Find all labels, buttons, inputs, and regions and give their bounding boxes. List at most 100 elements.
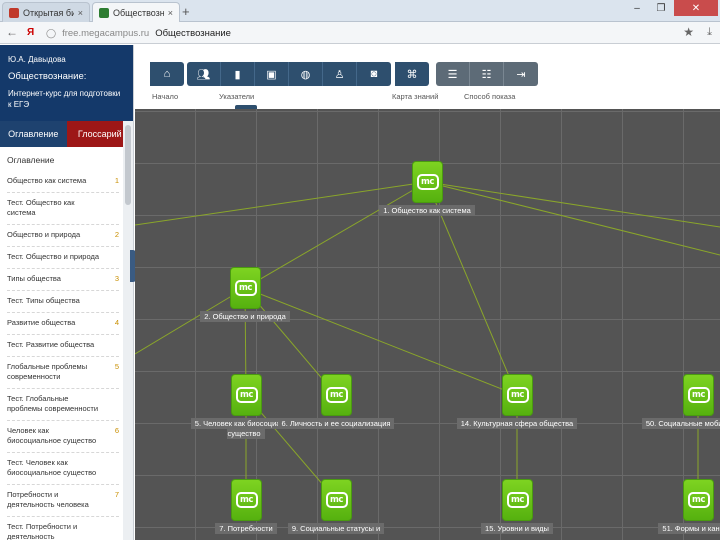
course-sidebar: Ю.А. Давыдова Обществознание: Интернет-к… xyxy=(0,45,134,540)
toolbar-label-pointers: Указатели xyxy=(219,92,255,101)
contents-list-item[interactable]: Тест. Общество и природа xyxy=(7,247,119,269)
globe-icon: ◍ xyxy=(300,68,311,81)
map-node[interactable]: mc 14. Культурная сфера общества xyxy=(454,374,580,436)
map-node-label: 7. Потребности xyxy=(215,523,277,534)
contents-list-item[interactable]: Общество и природа 2 xyxy=(7,225,119,247)
contents-item-label: Тест. Потребности и деятельность xyxy=(7,522,78,540)
collapse-icon: ☷ xyxy=(481,68,492,81)
new-tab-icon[interactable]: + xyxy=(182,4,190,19)
download-icon[interactable]: ⤓ xyxy=(707,26,712,39)
mc-logo: mc xyxy=(506,387,529,403)
contents-item-number: 2 xyxy=(114,230,119,239)
map-node[interactable]: mc 15. Уровни и виды xyxy=(454,479,580,540)
toolbar-label-display: Способ показа xyxy=(464,92,516,101)
map-node-label: 15. Уровни и виды xyxy=(481,523,553,534)
megacampus-node-icon[interactable]: mc xyxy=(683,374,714,416)
close-tab-icon[interactable]: × xyxy=(78,8,83,18)
tab-title: Открытая библ xyxy=(23,7,74,18)
contents-list-item[interactable]: Потребности и деятельность человека 7 xyxy=(7,485,119,517)
bookmark-star-icon[interactable]: ★ xyxy=(683,25,694,39)
megacampus-node-icon[interactable]: mc xyxy=(231,479,262,521)
megacampus-node-icon[interactable]: mc xyxy=(502,479,533,521)
maximize-icon[interactable]: ❐ xyxy=(650,0,672,16)
megacampus-node-icon[interactable]: mc xyxy=(412,161,443,203)
contents-item-label: Развитие общества xyxy=(7,318,76,327)
contents-item-label: Типы общества xyxy=(7,274,61,283)
map-node[interactable]: mc 2. Общество и природа xyxy=(182,267,308,329)
contents-list-item[interactable]: Типы общества 3 xyxy=(7,269,119,291)
map-node-label-box: 15. Уровни и виды xyxy=(454,523,580,534)
users-button[interactable]: 👥︎ xyxy=(187,62,221,86)
camera-button[interactable]: ◙ xyxy=(357,62,391,86)
contents-list-item[interactable]: Человек как биосоциальное существо 6 xyxy=(7,421,119,453)
close-window-icon[interactable]: ✕ xyxy=(674,0,718,16)
browser-tab-bar: Открытая библ × Обществознание × + – ❐ ✕ xyxy=(0,0,720,22)
megacampus-node-icon[interactable]: mc xyxy=(321,479,352,521)
map-node[interactable]: mc 6. Личность и ее социализация xyxy=(273,374,399,436)
map-node-label-box: 1. Общество как система xyxy=(364,205,490,216)
contents-item-label: Тест. Человек как биосоциальное существо xyxy=(7,458,97,477)
knowledge-map-button[interactable]: ⌘ xyxy=(395,62,429,86)
forward-button[interactable]: ⇥ xyxy=(504,62,538,86)
map-node[interactable]: mc 51. Формы и каналы xyxy=(635,479,720,540)
mc-logo: mc xyxy=(687,387,710,403)
sidebar-scrollbar[interactable] xyxy=(123,121,133,540)
contents-item-number: 5 xyxy=(114,362,119,371)
person-button[interactable]: ♙ xyxy=(323,62,357,86)
close-tab-icon[interactable]: × xyxy=(168,8,173,18)
contents-list-item[interactable]: Общество как система 1 xyxy=(7,171,119,193)
map-node-label: 2. Общество и природа xyxy=(200,311,290,322)
megacampus-node-icon[interactable]: mc xyxy=(321,374,352,416)
megacampus-node-icon[interactable]: mc xyxy=(230,267,261,309)
users-icon: 👥︎ xyxy=(196,68,211,81)
book-icon: ▮ xyxy=(234,68,241,81)
contents-list-item[interactable]: Тест. Общество как система xyxy=(7,193,119,225)
minimize-icon[interactable]: – xyxy=(626,0,648,16)
collapse-button[interactable]: ☷ xyxy=(470,62,504,86)
sidebar-tabs: Оглавление Глоссарий xyxy=(0,121,133,147)
tab-contents[interactable]: Оглавление xyxy=(0,121,67,147)
browser-tab-social-studies[interactable]: Обществознание × xyxy=(92,2,180,22)
url-page-title: Обществознание xyxy=(155,27,231,39)
knowledge-map[interactable]: mc 1. Общество как система mc 2. Общество и… xyxy=(135,109,720,540)
scrollbar-thumb[interactable] xyxy=(125,125,131,205)
expand-button[interactable]: ☰ xyxy=(436,62,470,86)
book-button[interactable]: ▮ xyxy=(221,62,255,86)
map-node-label: 9. Социальные статусы и xyxy=(287,523,385,534)
camera-icon: ◙ xyxy=(370,68,378,80)
url-field[interactable]: ◯ free.megacampus.ru Обществознание ★ xyxy=(46,25,694,41)
map-node[interactable]: mc 9. Социальные статусы и xyxy=(273,479,399,540)
contents-list-item[interactable]: Тест. Типы общества xyxy=(7,291,119,313)
megacampus-node-icon[interactable]: mc xyxy=(231,374,262,416)
contents-list-item[interactable]: Глобальные проблемы современности 5 xyxy=(7,357,119,389)
mc-logo: mc xyxy=(416,174,439,190)
map-node[interactable]: mc 1. Общество как система xyxy=(364,161,490,223)
contents-list-item[interactable]: Тест. Человек как биосоциальное существо xyxy=(7,453,119,485)
user-name: Ю.А. Давыдова xyxy=(8,55,66,64)
contents-item-label: Глобальные проблемы современности xyxy=(7,362,88,381)
megacampus-node-icon[interactable]: mc xyxy=(683,479,714,521)
course-name: Обществознание: xyxy=(8,71,87,82)
map-node-label-box: 9. Социальные статусы и xyxy=(273,523,399,534)
briefcase-button[interactable]: ▣ xyxy=(255,62,289,86)
yandex-logo-icon[interactable]: Я xyxy=(27,27,34,38)
contents-item-label: Тест. Глобальные проблемы современности xyxy=(7,394,99,413)
contents-item-number: 6 xyxy=(114,426,119,435)
contents-list-item[interactable]: Тест. Потребности и деятельность xyxy=(7,517,119,540)
megacampus-node-icon[interactable]: mc xyxy=(502,374,533,416)
contents-item-label: Тест. Общество как система xyxy=(7,198,75,217)
lock-icon: ◯ xyxy=(46,27,57,38)
browser-tab-library[interactable]: Открытая библ × xyxy=(2,2,90,22)
back-arrow-icon[interactable]: ← xyxy=(6,25,18,39)
map-node-label: 6. Личность и ее социализация xyxy=(277,418,395,429)
megacampus-favicon-icon xyxy=(99,7,109,18)
contents-list-item[interactable]: Тест. Глобальные проблемы современности xyxy=(7,389,119,421)
contents-list-title: Оглавление xyxy=(7,155,55,165)
contents-list-item[interactable]: Развитие общества 4 xyxy=(7,313,119,335)
map-node[interactable]: mc 50. Социальные мобильность xyxy=(635,374,720,436)
contents-list-item[interactable]: Тест. Развитие общества xyxy=(7,335,119,357)
map-node-label: 14. Культурная сфера общества xyxy=(456,418,578,429)
home-button[interactable]: ⌂ xyxy=(150,62,184,86)
globe-button[interactable]: ◍ xyxy=(289,62,323,86)
person-icon: ♙ xyxy=(334,68,345,81)
